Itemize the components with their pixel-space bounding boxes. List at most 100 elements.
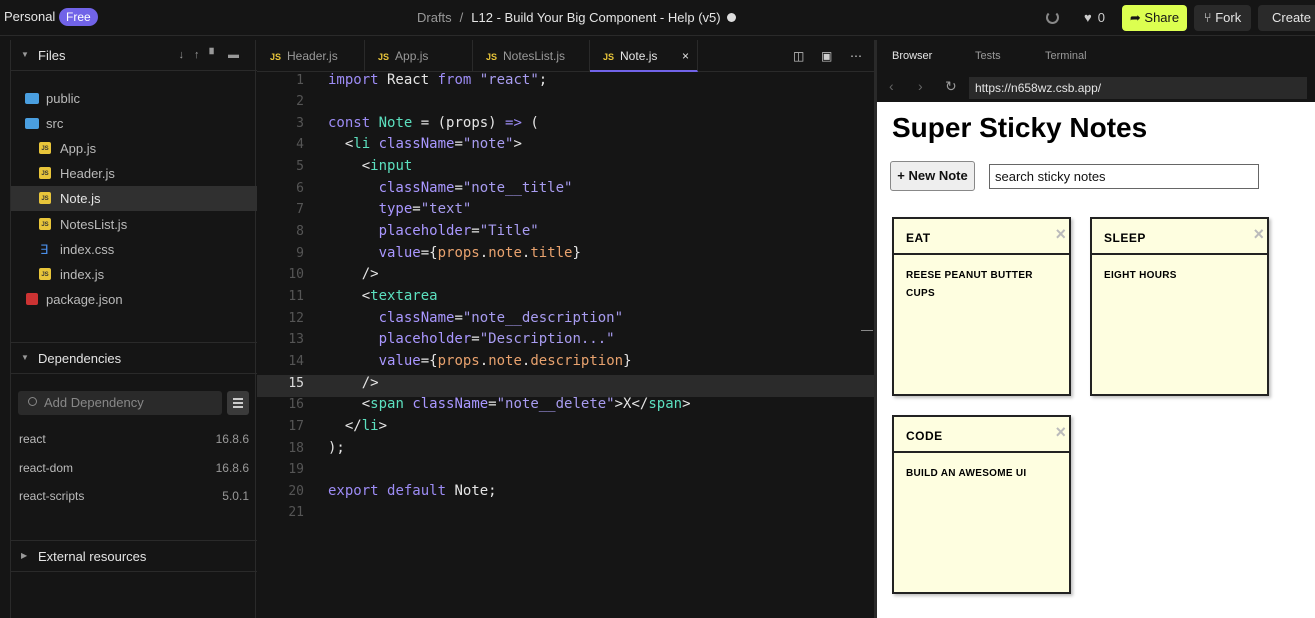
code-line: 20 export default Note; xyxy=(257,483,874,505)
like-count: 0 xyxy=(1097,10,1105,25)
tree-item-label: App.js xyxy=(60,141,97,156)
more-options-icon[interactable]: ⋯ xyxy=(850,49,862,63)
scrollbar-marker[interactable] xyxy=(861,330,873,331)
code-line: 18); xyxy=(257,440,874,462)
split-view-icon[interactable]: ◫ xyxy=(793,49,804,63)
editor-toolbar: ◫ ▣ ⋯ xyxy=(793,49,873,63)
tab-header-js[interactable]: JS Header.js xyxy=(257,40,365,72)
tree-item-index-js[interactable]: JS index.js xyxy=(11,262,257,287)
like-button[interactable]: ♥ 0 xyxy=(1084,10,1105,25)
js-file-icon: JS xyxy=(603,52,615,62)
files-section-header[interactable]: ▼ Files ↓↑▘▬ xyxy=(11,40,257,70)
refresh-icon[interactable] xyxy=(1046,11,1059,24)
line-number: 1 xyxy=(296,73,304,88)
code-line-current: 15 /> xyxy=(257,375,874,397)
delete-note-icon[interactable]: × xyxy=(1253,224,1264,245)
code-area[interactable]: 1 import React from "react"; 2 3 const Not… xyxy=(257,72,874,618)
line-number: 13 xyxy=(288,332,304,347)
app-title: Super Sticky Notes xyxy=(892,112,1148,143)
note-description[interactable]: reese peanut butter cups xyxy=(906,267,1061,303)
create-button[interactable]: Create xyxy=(1258,5,1315,31)
tab-label: App.js xyxy=(395,49,429,63)
dependency-menu-button[interactable] xyxy=(227,391,249,415)
tab-noteslist-js[interactable]: JS NotesList.js xyxy=(473,40,590,72)
breadcrumb-separator: / xyxy=(459,10,464,25)
preview-tab-bar: Browser Tests Terminal xyxy=(877,40,1315,72)
tree-item-note-js[interactable]: JS Note.js xyxy=(11,186,257,211)
code-line: 7 type="text" xyxy=(257,201,874,223)
sticky-note: code × build an awesome UI xyxy=(892,415,1071,594)
dependency-row-react-scripts[interactable]: react-scripts 5.0.1 xyxy=(19,489,249,503)
note-description[interactable]: eight hours xyxy=(1104,267,1259,285)
tree-item-src[interactable]: src xyxy=(11,111,257,136)
tree-item-header-js[interactable]: JS Header.js xyxy=(11,161,257,186)
dependency-name: react-scripts xyxy=(19,489,85,503)
share-button[interactable]: ➦ Share xyxy=(1122,5,1187,31)
heart-icon: ♥ xyxy=(1084,10,1092,25)
code-line: 5 <input xyxy=(257,158,874,180)
add-dependency-input[interactable]: Add Dependency xyxy=(18,391,222,415)
npm-icon xyxy=(26,293,38,305)
tree-item-index-css[interactable]: ∃ index.css xyxy=(11,237,257,262)
tree-item-label: public xyxy=(46,91,80,106)
tree-item-label: NotesList.js xyxy=(60,217,128,232)
code-line: 4 <li className="note"> xyxy=(257,136,874,158)
plan-badge[interactable]: Free xyxy=(59,8,98,26)
external-resources-section-header[interactable]: ▶ External resources xyxy=(11,541,257,571)
delete-note-icon[interactable]: × xyxy=(1055,224,1066,245)
close-tab-icon[interactable]: × xyxy=(682,40,689,72)
tab-app-js[interactable]: JS App.js xyxy=(365,40,473,72)
tab-terminal[interactable]: Terminal xyxy=(1045,50,1087,62)
dependency-row-react-dom[interactable]: react-dom 16.8.6 xyxy=(19,461,249,475)
tree-item-noteslist-js[interactable]: JS NotesList.js xyxy=(11,212,257,237)
note-title[interactable]: code xyxy=(894,417,1069,453)
back-icon[interactable]: ‹ xyxy=(889,78,894,94)
tab-label: Note.js xyxy=(620,49,658,63)
forward-icon[interactable]: › xyxy=(918,78,923,94)
line-number: 11 xyxy=(288,289,304,304)
preview-window-icon[interactable]: ▣ xyxy=(821,49,832,63)
dependency-version: 16.8.6 xyxy=(215,461,249,475)
preview-viewport: Super Sticky Notes + New Note search sti… xyxy=(877,102,1315,618)
delete-note-icon[interactable]: × xyxy=(1055,422,1066,443)
line-number: 3 xyxy=(296,116,304,131)
line-number: 7 xyxy=(296,202,304,217)
note-title[interactable]: sleep xyxy=(1092,219,1267,255)
code-line: 1 import React from "react"; xyxy=(257,72,874,94)
tree-item-public[interactable]: public xyxy=(11,86,257,111)
note-description[interactable]: build an awesome UI xyxy=(906,465,1061,483)
add-dependency-placeholder: Add Dependency xyxy=(44,395,144,410)
new-note-button[interactable]: + New Note xyxy=(890,161,975,191)
reload-icon[interactable]: ↻ xyxy=(945,78,957,95)
tree-item-package-json[interactable]: package.json xyxy=(11,287,257,312)
js-file-icon: JS xyxy=(39,218,51,230)
line-number: 20 xyxy=(288,484,304,499)
code-line: 13 placeholder="Description..." xyxy=(257,331,874,353)
fork-button[interactable]: ⑂ Fork xyxy=(1194,5,1251,31)
tab-tests[interactable]: Tests xyxy=(975,50,1001,62)
tree-item-label: Header.js xyxy=(60,166,115,181)
code-line: 9 value={props.note.title} xyxy=(257,245,874,267)
tree-item-app-js[interactable]: JS App.js xyxy=(11,136,257,161)
dependency-row-react[interactable]: react 16.8.6 xyxy=(19,432,249,446)
breadcrumb-root[interactable]: Drafts xyxy=(417,10,452,25)
line-number: 14 xyxy=(288,354,304,369)
address-bar[interactable]: https://n658wz.csb.app/ xyxy=(969,77,1307,99)
files-header-label: Files xyxy=(38,48,66,63)
line-number: 17 xyxy=(288,419,304,434)
sandbox-title[interactable]: L12 - Build Your Big Component - Help (v… xyxy=(471,10,720,25)
tree-item-label: index.js xyxy=(60,267,105,282)
line-number: 9 xyxy=(296,246,304,261)
globe-icon[interactable] xyxy=(726,13,736,22)
sticky-note: sleep × eight hours xyxy=(1090,217,1269,396)
file-actions-toolbar[interactable]: ↓↑▘▬ xyxy=(179,48,249,61)
tab-note-js[interactable]: JS Note.js × xyxy=(590,40,698,72)
search-notes-input[interactable]: search sticky notes xyxy=(989,164,1259,189)
code-line: 10 /> xyxy=(257,266,874,288)
fork-icon: ⑂ xyxy=(1203,10,1216,25)
tab-browser[interactable]: Browser xyxy=(892,50,932,62)
workspace-name[interactable]: Personal xyxy=(4,9,55,24)
expand-chevron-icon: ▶ xyxy=(21,551,28,560)
note-title[interactable]: eat xyxy=(894,219,1069,255)
dependencies-section-header[interactable]: ▼ Dependencies xyxy=(11,343,257,373)
